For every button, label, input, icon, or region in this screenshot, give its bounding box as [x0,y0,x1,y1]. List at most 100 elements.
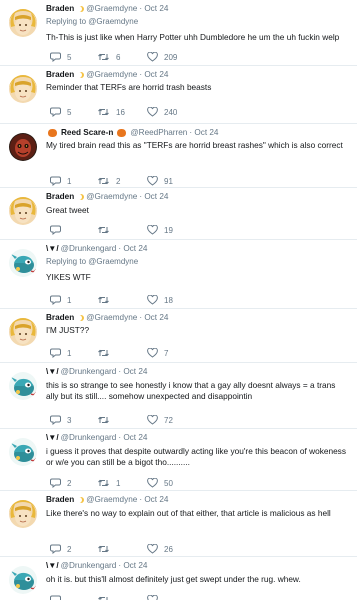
tweet-text: oh it is. but this'll almost definitely … [46,574,301,584]
display-name[interactable]: Braden [46,192,74,201]
timestamp[interactable]: · Oct 24 [139,192,168,201]
replying-to[interactable]: Replying to @Graemdyne [46,17,138,26]
avatar-braden[interactable] [9,318,37,346]
tweet-header: \▼/ @Drunkengard · Oct 24 [46,367,147,376]
avatar-drunk[interactable] [9,438,37,466]
reply-button[interactable]: 1 [50,176,71,186]
avatar-braden[interactable] [9,500,37,528]
display-name[interactable]: Braden [46,4,74,13]
tweet[interactable]: Braden @Graemdyne · Oct 24 Like there's … [0,491,357,557]
avatar-reed[interactable] [9,133,37,161]
retweet-count: 16 [116,107,125,117]
reply-icon [50,595,61,600]
tweet-header: Braden @Graemdyne · Oct 24 [46,4,168,13]
retweet-button[interactable]: 6 [97,52,120,62]
avatar-braden[interactable] [9,9,37,37]
display-name[interactable]: Braden [46,313,74,322]
reply-button[interactable]: 3 [50,415,71,425]
reply-count: 2 [67,478,72,488]
timestamp[interactable]: · Oct 24 [139,70,168,79]
user-handle[interactable]: @Graemdyne [86,192,137,201]
timestamp[interactable]: · Oct 24 [139,4,168,13]
reply-button[interactable] [50,595,67,600]
display-name[interactable]: \▼/ [46,244,59,253]
like-button[interactable]: 72 [147,415,173,425]
display-name[interactable]: Braden [46,495,74,504]
timestamp[interactable]: · Oct 24 [139,313,168,322]
timestamp[interactable]: · Oct 24 [118,244,147,253]
retweet-button[interactable]: 2 [97,176,120,186]
like-button[interactable]: 7 [147,348,168,358]
reply-button[interactable]: 2 [50,544,71,554]
retweet-button[interactable]: 1 [97,478,120,488]
tweet[interactable]: \▼/ @Drunkengard · Oct 24 i guess it pro… [0,429,357,491]
reply-button[interactable] [50,225,67,235]
display-name[interactable]: \▼/ [46,367,59,376]
retweet-button[interactable] [97,544,116,554]
avatar-drunk[interactable] [9,566,37,594]
heart-icon [147,595,158,600]
reply-count: 1 [67,295,72,305]
reply-icon [50,478,61,488]
retweet-icon [98,53,109,61]
retweet-button[interactable] [97,415,116,425]
user-handle[interactable]: @Drunkengard [61,244,117,253]
like-button[interactable]: 240 [147,107,177,117]
heart-icon [147,176,158,186]
avatar-drunk[interactable] [9,249,37,277]
like-button[interactable]: 209 [147,52,177,62]
user-handle[interactable]: @Graemdyne [86,495,137,504]
user-handle[interactable]: @Graemdyne [86,313,137,322]
avatar-braden[interactable] [9,197,37,225]
tweet[interactable]: Braden @Graemdyne · Oct 24 Reminder that… [0,66,357,124]
tweet-text: Reminder that TERFs are horrid trash bea… [46,82,212,92]
tweet[interactable]: Braden @Graemdyne · Oct 24 I'M JUST?? 1 … [0,309,357,363]
like-button[interactable]: 91 [147,176,173,186]
timestamp[interactable]: · Oct 24 [118,561,147,570]
display-name[interactable]: \▼/ [46,561,59,570]
retweet-button[interactable] [97,225,116,235]
reply-button[interactable]: 5 [50,107,71,117]
tweet-header: Braden @Graemdyne · Oct 24 [46,192,168,201]
retweet-button[interactable] [97,348,116,358]
heart-icon [147,225,158,235]
timestamp[interactable]: · Oct 24 [189,128,218,137]
heart-icon [147,52,158,62]
display-name[interactable]: \▼/ [46,433,59,442]
like-button[interactable]: 26 [147,544,173,554]
reply-button[interactable]: 1 [50,348,71,358]
display-name[interactable]: Reed Scare-n [61,128,113,137]
retweet-button[interactable]: 16 [97,107,125,117]
tweet[interactable]: Reed Scare-n @ReedPharren · Oct 24 My ti… [0,124,357,188]
display-name[interactable]: Braden [46,70,74,79]
moon-icon [78,497,84,503]
tweet[interactable]: \▼/ @Drunkengard · Oct 24 Replying to @G… [0,240,357,309]
user-handle[interactable]: @Drunkengard [61,561,117,570]
tweet[interactable]: \▼/ @Drunkengard · Oct 24 oh it is. but … [0,557,357,600]
timestamp[interactable]: · Oct 24 [139,495,168,504]
retweet-button[interactable] [97,595,116,600]
tweet[interactable]: Braden @Graemdyne · Oct 24 Great tweet 1… [0,188,357,240]
like-button[interactable]: 50 [147,478,173,488]
reply-button[interactable]: 5 [50,52,71,62]
user-handle[interactable]: @Graemdyne [86,70,137,79]
moon-icon [78,6,84,12]
avatar-braden[interactable] [9,75,37,103]
user-handle[interactable]: @Drunkengard [61,433,117,442]
reply-button[interactable]: 1 [50,295,71,305]
avatar-drunk[interactable] [9,372,37,400]
tweet[interactable]: \▼/ @Drunkengard · Oct 24 this is so str… [0,363,357,429]
retweet-button[interactable] [97,295,116,305]
user-handle[interactable]: @Drunkengard [61,367,117,376]
user-handle[interactable]: @Graemdyne [86,4,137,13]
like-button[interactable]: 19 [147,225,173,235]
timestamp[interactable]: · Oct 24 [118,433,147,442]
timestamp[interactable]: · Oct 24 [118,367,147,376]
replying-to[interactable]: Replying to @Graemdyne [46,257,138,266]
tweet[interactable]: Braden @Graemdyne · Oct 24 Replying to @… [0,0,357,66]
reply-button[interactable]: 2 [50,478,71,488]
heart-icon [147,348,158,358]
like-button[interactable]: 18 [147,295,173,305]
like-button[interactable] [147,595,164,600]
user-handle[interactable]: @ReedPharren [130,128,187,137]
